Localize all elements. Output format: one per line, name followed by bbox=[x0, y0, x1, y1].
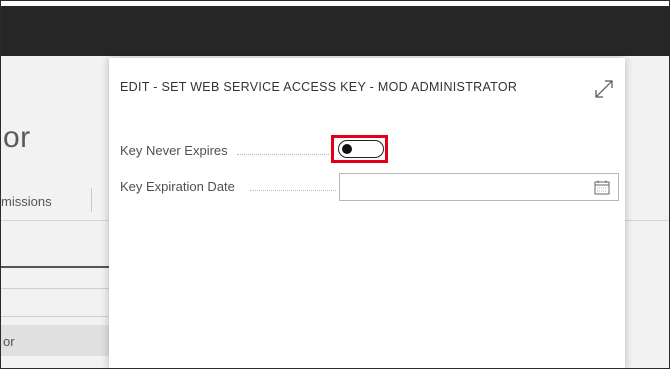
tab-divider bbox=[91, 188, 92, 212]
field-leader-dots bbox=[250, 190, 336, 191]
edit-dialog: EDIT - SET WEB SERVICE ACCESS KEY - MOD … bbox=[109, 58, 625, 368]
key-never-expires-toggle[interactable] bbox=[338, 140, 384, 158]
dialog-title: EDIT - SET WEB SERVICE ACCESS KEY - MOD … bbox=[120, 80, 518, 94]
background-row-text: or bbox=[3, 334, 15, 349]
key-expiration-date-label: Key Expiration Date bbox=[120, 179, 235, 194]
toggle-knob bbox=[342, 143, 352, 154]
calendar-icon[interactable] bbox=[594, 180, 610, 195]
background-page-title: or bbox=[3, 121, 31, 154]
key-never-expires-label: Key Never Expires bbox=[120, 143, 228, 158]
app-window: or missions or EDIT - SET WEB SERVICE AC… bbox=[0, 0, 670, 369]
key-expiration-date-input[interactable] bbox=[339, 173, 619, 201]
background-divider bbox=[1, 266, 109, 268]
field-leader-dots bbox=[237, 154, 329, 155]
background-divider bbox=[1, 288, 109, 289]
top-bar bbox=[1, 6, 669, 56]
background-tab-permissions[interactable]: missions bbox=[1, 194, 52, 209]
expand-icon[interactable] bbox=[593, 78, 615, 100]
background-selected-row[interactable] bbox=[1, 325, 109, 356]
background-divider bbox=[1, 316, 109, 317]
